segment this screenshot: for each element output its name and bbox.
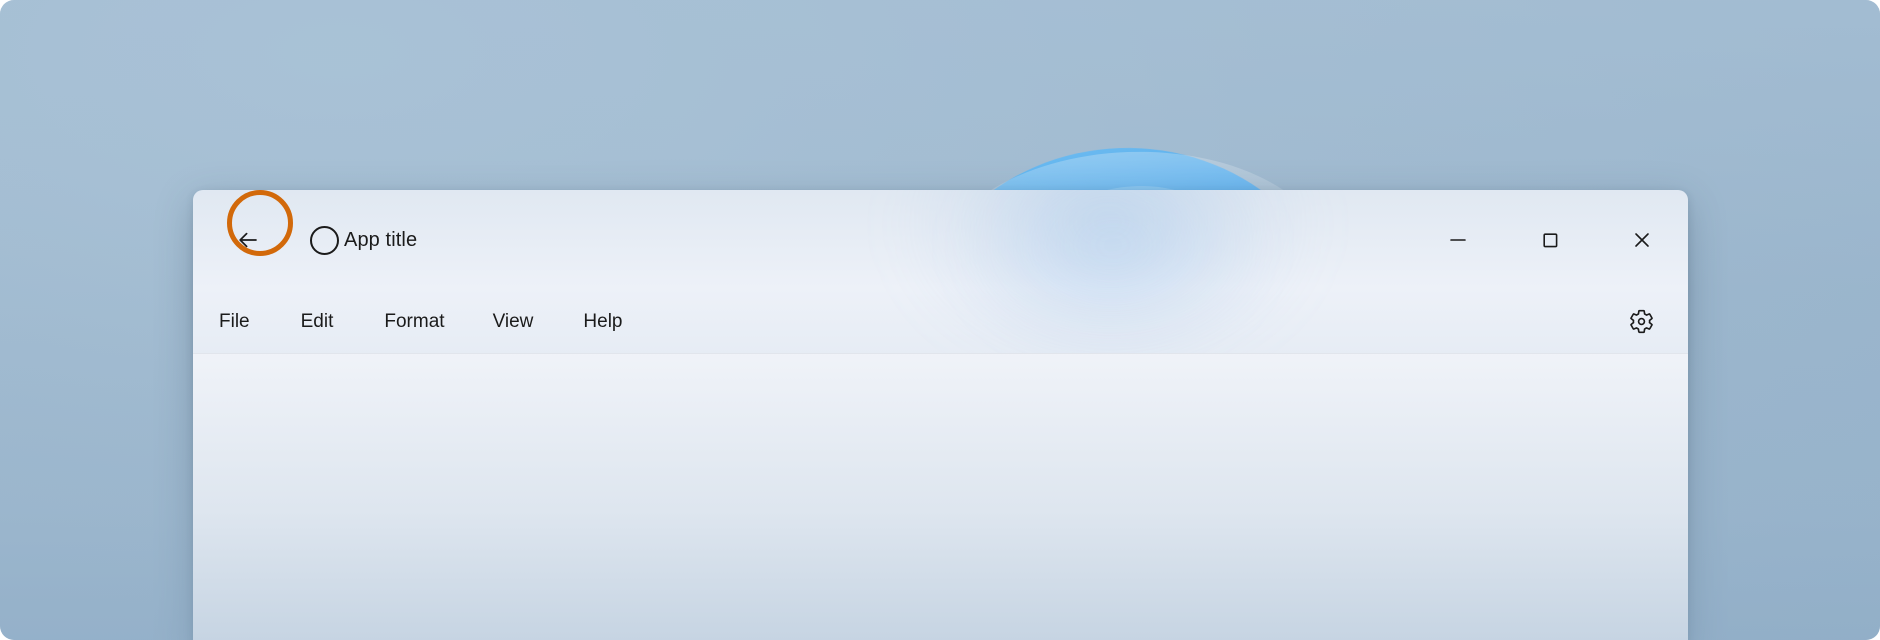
gear-icon bbox=[1629, 309, 1653, 334]
menu-item-list: File Edit Format View Help bbox=[193, 303, 622, 341]
window-controls bbox=[1412, 190, 1688, 290]
title-bar: App title bbox=[193, 190, 1688, 290]
menu-item-help[interactable]: Help bbox=[583, 303, 622, 341]
maximize-icon bbox=[1543, 233, 1558, 248]
app-icon bbox=[304, 220, 344, 260]
maximize-button[interactable] bbox=[1504, 206, 1596, 274]
menu-item-file[interactable]: File bbox=[219, 303, 250, 341]
back-arrow-icon bbox=[239, 232, 257, 248]
app-title: App title bbox=[344, 228, 418, 251]
menu-item-edit[interactable]: Edit bbox=[301, 303, 334, 341]
circle-placeholder-icon bbox=[309, 225, 339, 255]
menu-item-view[interactable]: View bbox=[493, 303, 534, 341]
menu-bar: File Edit Format View Help bbox=[193, 290, 1688, 354]
app-window: App title File Edit Format View Help bbox=[193, 190, 1688, 640]
desktop: App title File Edit Format View Help bbox=[0, 0, 1880, 640]
wallpaper-bloom bbox=[0, 0, 1880, 200]
minimize-icon bbox=[1450, 239, 1466, 241]
menu-item-format[interactable]: Format bbox=[384, 303, 444, 341]
minimize-button[interactable] bbox=[1412, 206, 1504, 274]
close-button[interactable] bbox=[1596, 206, 1688, 274]
window-header: App title File Edit Format View Help bbox=[193, 190, 1688, 354]
settings-button[interactable] bbox=[1618, 299, 1664, 345]
close-icon bbox=[1635, 233, 1649, 247]
window-content-area bbox=[193, 354, 1688, 640]
back-button[interactable] bbox=[216, 190, 293, 272]
